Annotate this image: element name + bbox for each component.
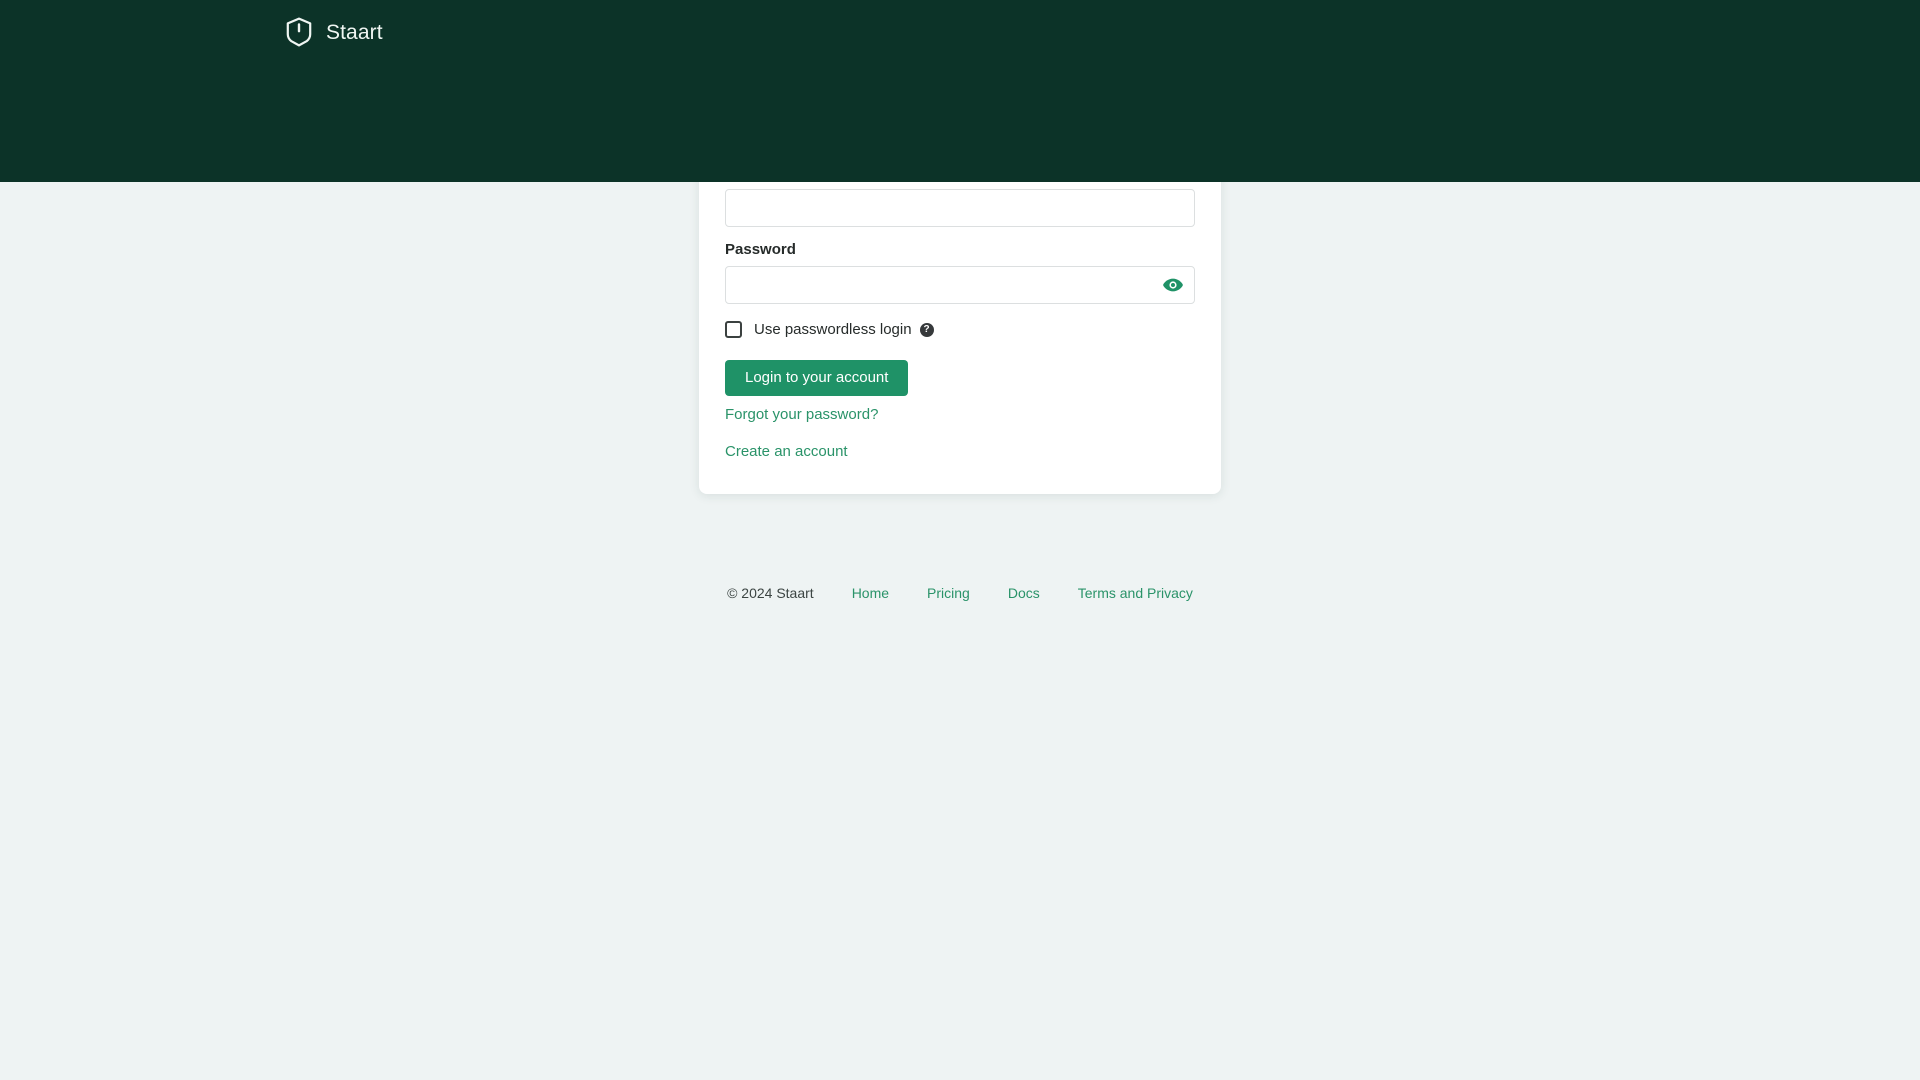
password-field-group: Password bbox=[725, 241, 1195, 304]
create-account-link[interactable]: Create an account bbox=[725, 443, 1195, 460]
login-submit-button[interactable]: Login to your account bbox=[725, 360, 909, 396]
footer-link-terms-and-privacy[interactable]: Terms and Privacy bbox=[1078, 585, 1193, 601]
footer-inner: © 2024 Staart Home Pricing Docs Terms an… bbox=[727, 585, 1193, 601]
passwordless-login-row: Use passwordless login ? bbox=[725, 321, 1195, 338]
passwordless-login-checkbox[interactable] bbox=[725, 321, 742, 338]
site-footer: © 2024 Staart Home Pricing Docs Terms an… bbox=[0, 585, 1920, 601]
copyright-text: © 2024 Staart bbox=[727, 585, 814, 601]
passwordless-login-label[interactable]: Use passwordless login bbox=[754, 321, 912, 338]
brand-name: Staart bbox=[326, 20, 383, 44]
footer-link-home[interactable]: Home bbox=[852, 585, 889, 601]
brand-logo-link[interactable]: Staart bbox=[285, 17, 383, 47]
email-input[interactable] bbox=[725, 189, 1195, 227]
forgot-password-link[interactable]: Forgot your password? bbox=[725, 406, 1195, 423]
password-input-wrapper bbox=[725, 266, 1195, 304]
site-header: Staart bbox=[0, 0, 1920, 182]
password-input[interactable] bbox=[725, 266, 1195, 304]
shield-power-icon bbox=[285, 17, 313, 47]
password-label: Password bbox=[725, 241, 796, 258]
toggle-password-visibility-button[interactable] bbox=[1161, 273, 1185, 297]
footer-link-docs[interactable]: Docs bbox=[1008, 585, 1040, 601]
eye-icon bbox=[1163, 278, 1183, 292]
question-mark-icon[interactable]: ? bbox=[919, 322, 934, 337]
email-field-group bbox=[725, 189, 1195, 227]
footer-link-pricing[interactable]: Pricing bbox=[927, 585, 970, 601]
